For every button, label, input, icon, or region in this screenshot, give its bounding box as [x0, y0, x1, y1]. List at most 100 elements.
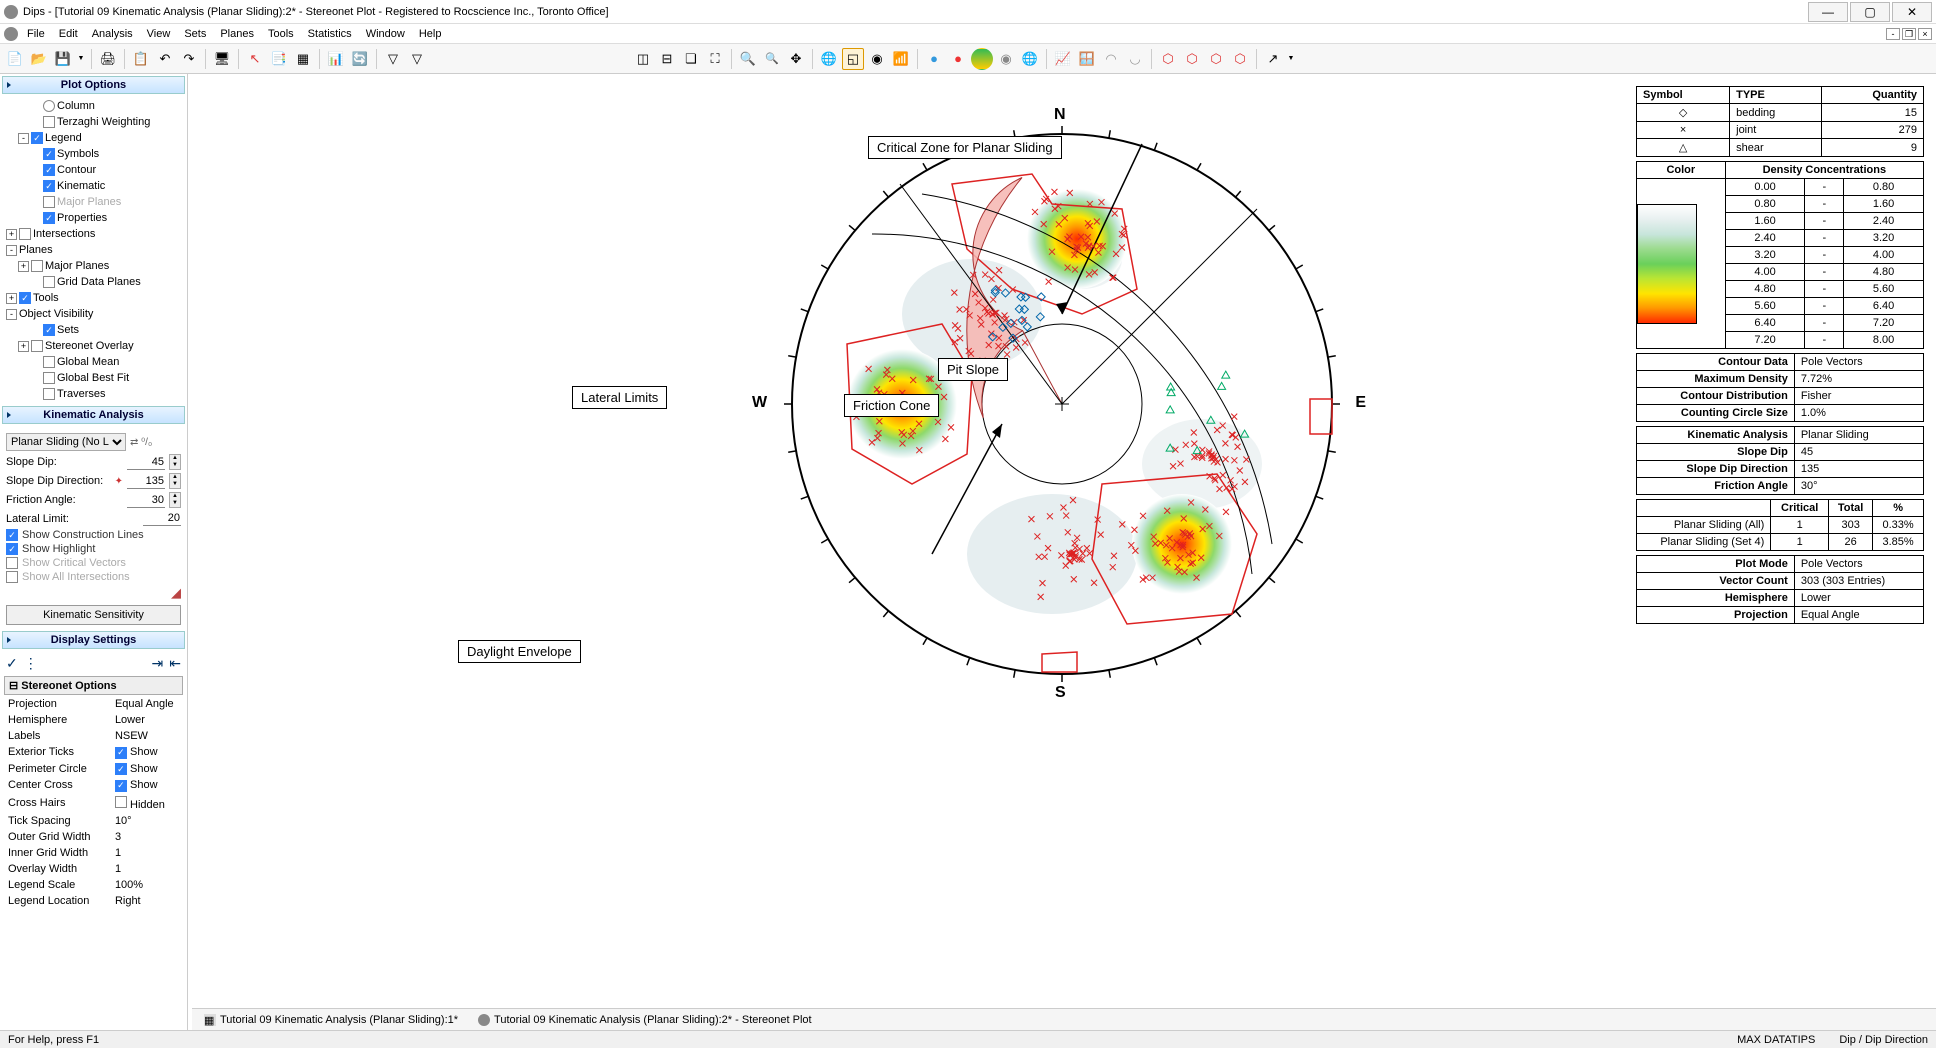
tree-item[interactable]: +Major Planes — [4, 258, 183, 274]
option-row[interactable]: Perimeter Circle✓ Show — [6, 762, 188, 777]
tree-item[interactable]: Traverses — [4, 386, 183, 402]
tree-item[interactable]: +Stereonet Overlay — [4, 338, 183, 354]
close-button[interactable]: ✕ — [1892, 2, 1932, 22]
import-icon[interactable]: ⇥ — [152, 655, 164, 672]
undo-icon[interactable]: ↶ — [154, 48, 176, 70]
c2-icon[interactable]: ● — [947, 48, 969, 70]
tree-item[interactable]: +Intersections — [4, 226, 183, 242]
apply-icon[interactable]: ✓ — [6, 655, 18, 672]
option-row[interactable]: Cross Hairs Hidden — [6, 795, 188, 812]
screen-icon[interactable]: 🖥 — [211, 48, 233, 70]
check-row[interactable]: ✓Show Construction Lines — [6, 529, 181, 541]
tree-expand-icon[interactable]: + — [6, 229, 17, 240]
tree-item[interactable]: -✓Legend — [4, 130, 183, 146]
field-input[interactable] — [127, 493, 165, 508]
tree-item[interactable]: Major Planes — [4, 194, 183, 210]
option-row[interactable]: Outer Grid Width3 — [6, 830, 188, 844]
tree-item[interactable]: Grid Data Planes — [4, 274, 183, 290]
filter-icon[interactable]: ▽ — [382, 48, 404, 70]
copy-icon[interactable]: 📋 — [130, 48, 152, 70]
plot-options-header[interactable]: Plot Options — [2, 76, 185, 94]
option-row[interactable]: Overlay Width1 — [6, 862, 188, 876]
rotate-icon[interactable]: 🔄 — [349, 48, 371, 70]
tab-1[interactable]: ▦Tutorial 09 Kinematic Analysis (Planar … — [200, 1012, 462, 1028]
save-icon[interactable]: 💾 — [52, 48, 74, 70]
p2-icon[interactable]: ⬡ — [1181, 48, 1203, 70]
tree-item[interactable]: Global Best Fit — [4, 370, 183, 386]
sheet-icon[interactable]: 📑 — [268, 48, 290, 70]
menu-planes[interactable]: Planes — [213, 26, 261, 42]
c4-icon[interactable]: ◉ — [995, 48, 1017, 70]
data-icon[interactable]: 📊 — [325, 48, 347, 70]
tree-item[interactable]: ✓Symbols — [4, 146, 183, 162]
menu-sets[interactable]: Sets — [177, 26, 213, 42]
mdi-minimize-button[interactable]: - — [1886, 28, 1900, 40]
tree-item[interactable]: Terzaghi Weighting — [4, 114, 183, 130]
menu-tools[interactable]: Tools — [261, 26, 301, 42]
mdi-close-button[interactable]: × — [1918, 28, 1932, 40]
tree-item[interactable]: ✓Sets — [4, 322, 183, 338]
p3-icon[interactable]: ⬡ — [1205, 48, 1227, 70]
tree-item[interactable]: ✓Contour — [4, 162, 183, 178]
win-icon[interactable]: 🪟 — [1076, 48, 1098, 70]
field-input[interactable] — [127, 455, 165, 470]
print-icon[interactable]: 🖨 — [97, 48, 119, 70]
option-row[interactable]: Legend Scale100% — [6, 878, 188, 892]
c3-icon[interactable] — [971, 48, 993, 70]
option-row[interactable]: Center Cross✓ Show — [6, 778, 188, 793]
arrange-icon[interactable]: ⛶ — [704, 48, 726, 70]
minimize-button[interactable]: — — [1808, 2, 1848, 22]
export-icon[interactable]: ⇤ — [169, 655, 181, 672]
menu-file[interactable]: File — [20, 26, 52, 42]
select-icon[interactable]: ↖ — [244, 48, 266, 70]
hist-icon[interactable]: 📶 — [890, 48, 912, 70]
zoom-out-icon[interactable]: 🔍 — [761, 48, 783, 70]
save-dropdown-icon[interactable]: ▼ — [76, 48, 86, 70]
globe-icon[interactable]: 🌐 — [818, 48, 840, 70]
arrow-icon[interactable]: ↗ — [1262, 48, 1284, 70]
option-row[interactable]: Tick Spacing10° — [6, 814, 188, 828]
maximize-button[interactable]: ▢ — [1850, 2, 1890, 22]
tree-item[interactable]: Global Mean — [4, 354, 183, 370]
redo-icon[interactable]: ↷ — [178, 48, 200, 70]
sensitivity-icon[interactable]: ◢ — [6, 585, 181, 601]
tree-item[interactable]: Column — [4, 98, 183, 114]
option-row[interactable]: ProjectionEqual Angle — [6, 697, 188, 711]
sensitivity-button[interactable]: Kinematic Sensitivity — [6, 605, 181, 625]
pan-icon[interactable]: ✥ — [785, 48, 807, 70]
filter2-icon[interactable]: ▽ — [406, 48, 428, 70]
rose-icon[interactable]: ◉ — [866, 48, 888, 70]
menu-view[interactable]: View — [140, 26, 178, 42]
field-input[interactable] — [143, 511, 181, 526]
mdi-restore-button[interactable]: ❐ — [1902, 28, 1916, 40]
new-icon[interactable]: 📄 — [4, 48, 26, 70]
p4-icon[interactable]: ⬡ — [1229, 48, 1251, 70]
check-row[interactable]: ✓Show Highlight — [6, 543, 181, 555]
tree-item[interactable]: +✓Tools — [4, 290, 183, 306]
tree-item[interactable]: ✓Properties — [4, 210, 183, 226]
option-row[interactable]: Inner Grid Width1 — [6, 846, 188, 860]
tree-expand-icon[interactable]: + — [6, 293, 17, 304]
wire-icon[interactable]: 🌐 — [1019, 48, 1041, 70]
option-row[interactable]: Exterior Ticks✓ Show — [6, 745, 188, 760]
open-icon[interactable]: 📂 — [28, 48, 50, 70]
tree-expand-icon[interactable]: + — [18, 341, 29, 352]
tree-expand-icon[interactable]: - — [6, 245, 17, 256]
option-row[interactable]: LabelsNSEW — [6, 729, 188, 743]
graph-icon[interactable]: 📈 — [1052, 48, 1074, 70]
kinematic-header[interactable]: Kinematic Analysis — [2, 406, 185, 424]
arc2-icon[interactable]: ◡ — [1124, 48, 1146, 70]
display-settings-header[interactable]: Display Settings — [2, 631, 185, 649]
tree-expand-icon[interactable]: + — [18, 261, 29, 272]
plot-canvas[interactable]: N S E W Critical Zone for Planar Sliding… — [188, 74, 1936, 1030]
option-row[interactable]: HemisphereLower — [6, 713, 188, 727]
tab-2[interactable]: Tutorial 09 Kinematic Analysis (Planar S… — [474, 1012, 816, 1028]
analysis-type-select[interactable]: Planar Sliding (No Limits) — [6, 433, 126, 451]
menu-help[interactable]: Help — [412, 26, 449, 42]
menu-edit[interactable]: Edit — [52, 26, 85, 42]
cascade-icon[interactable]: ❏ — [680, 48, 702, 70]
menu-window[interactable]: Window — [359, 26, 412, 42]
field-input[interactable] — [127, 474, 165, 489]
option-row[interactable]: Legend LocationRight — [6, 894, 188, 908]
arrow-drop-icon[interactable]: ▼ — [1286, 48, 1296, 70]
